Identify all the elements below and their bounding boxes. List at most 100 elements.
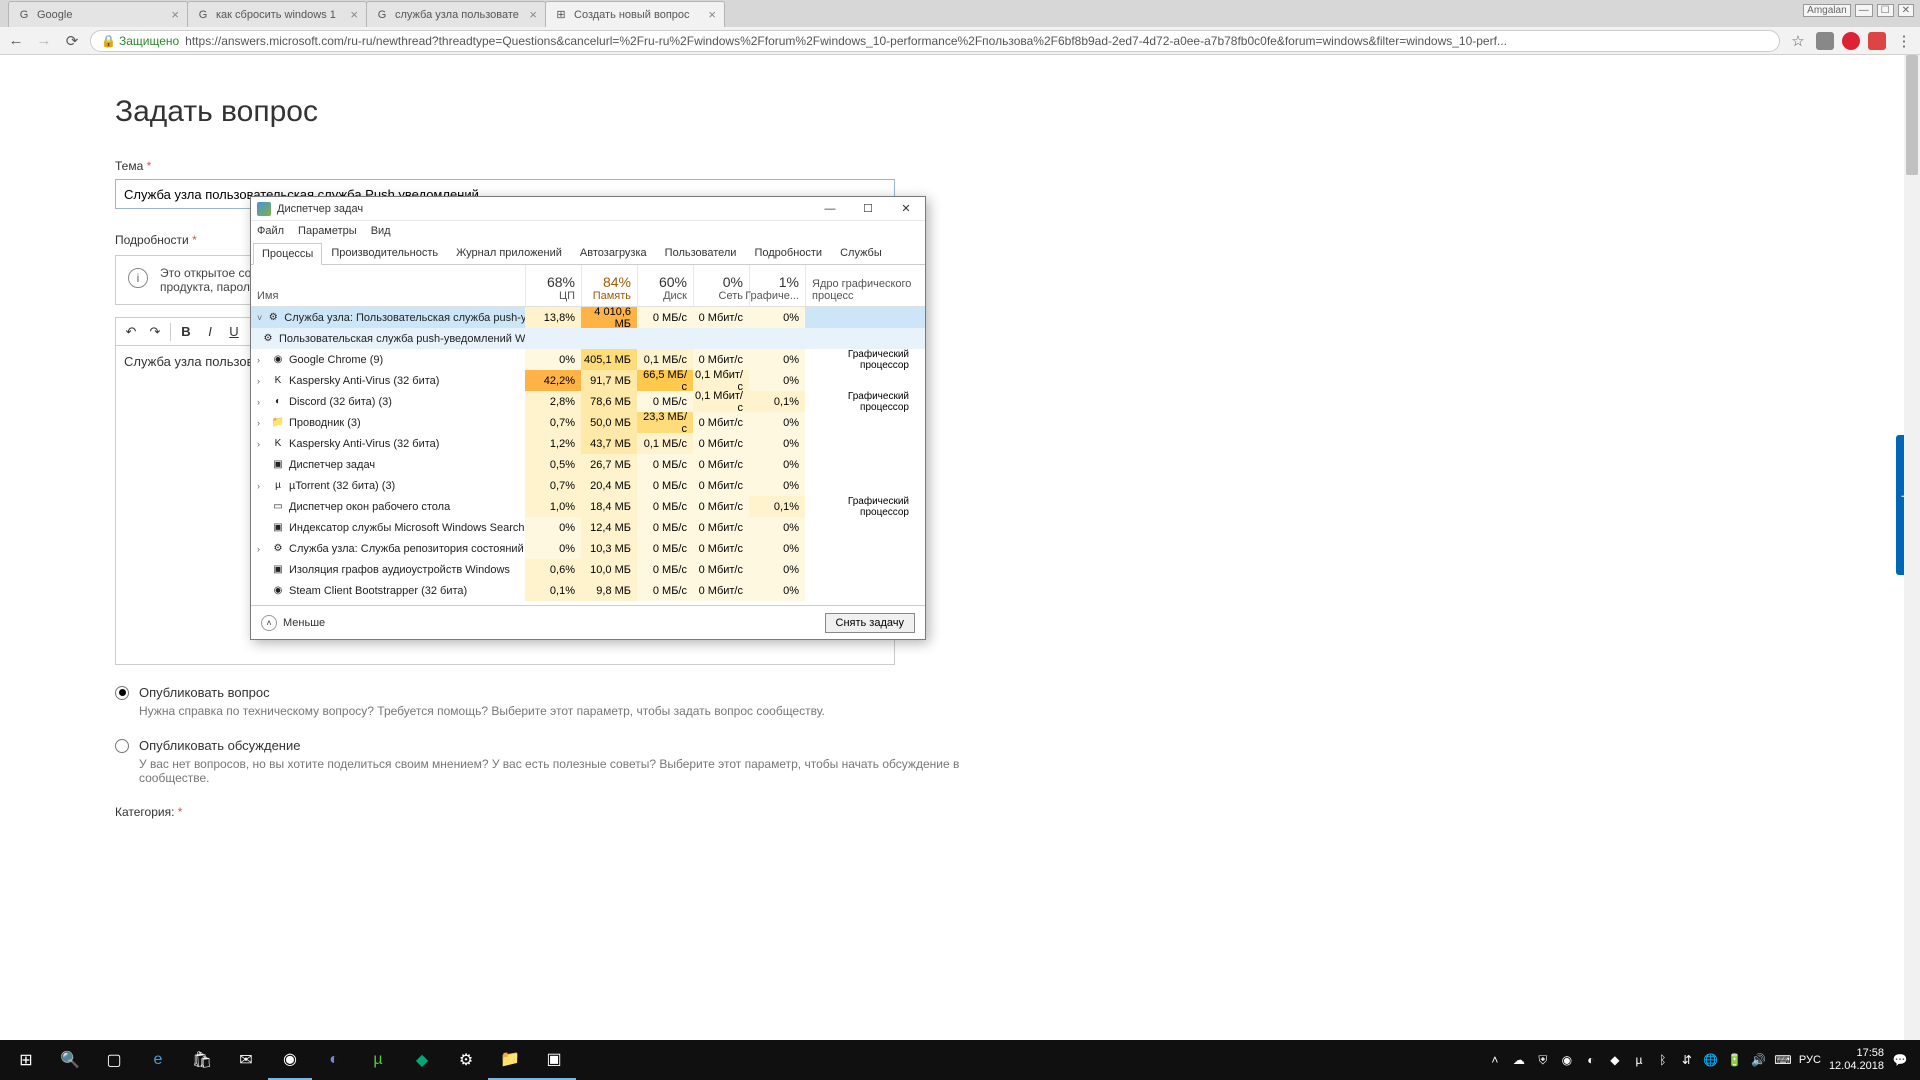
process-row[interactable]: ›KKaspersky Anti-Virus (32 бита)42,2%91,… [251, 370, 925, 391]
search-icon[interactable]: 🔍 [48, 1040, 92, 1080]
process-row[interactable]: ◉Steam Client Bootstrapper (32 бита)0,1%… [251, 580, 925, 601]
tm-tab[interactable]: Подробности [745, 242, 831, 264]
utorrent-icon[interactable]: µ [356, 1040, 400, 1080]
expand-icon[interactable]: › [257, 355, 267, 365]
chrome-icon[interactable]: ◉ [268, 1040, 312, 1080]
expand-icon[interactable]: ˅ [257, 313, 262, 323]
process-row[interactable]: ›KKaspersky Anti-Virus (32 бита)1,2%43,7… [251, 433, 925, 454]
tm-menu-item[interactable]: Файл [257, 225, 284, 237]
tm-rows[interactable]: ˅⚙Служба узла: Пользовательская служба p… [251, 307, 925, 605]
menu-icon[interactable]: ⋮ [1894, 31, 1914, 51]
window-close[interactable]: ✕ [1898, 4, 1914, 17]
extension-icon-2[interactable] [1868, 32, 1886, 50]
browser-tab[interactable]: ⊞Создать новый вопрос× [545, 1, 725, 27]
process-row[interactable]: ▣Индексатор службы Microsoft Windows Sea… [251, 517, 925, 538]
address-bar[interactable]: 🔒 Защищено https://answers.microsoft.com… [90, 30, 1780, 52]
tm-menu-item[interactable]: Параметры [298, 225, 357, 237]
star-icon[interactable]: ☆ [1788, 31, 1808, 51]
back-button[interactable]: ← [6, 31, 26, 51]
tm-tab[interactable]: Пользователи [656, 242, 746, 264]
col-cpu-header[interactable]: 68%ЦП [525, 265, 581, 306]
col-disk-header[interactable]: 60%Диск [637, 265, 693, 306]
tm-menu-item[interactable]: Вид [371, 225, 391, 237]
process-row[interactable]: ▣Диспетчер задач0,5%26,7 МБ0 МБ/с0 Мбит/… [251, 454, 925, 475]
mail-icon[interactable]: ✉ [224, 1040, 268, 1080]
expand-icon[interactable]: › [257, 376, 267, 386]
tray-bluetooth-icon[interactable]: ᛒ [1655, 1052, 1671, 1068]
radio-discussion[interactable] [115, 739, 129, 753]
radio-question[interactable] [115, 686, 129, 700]
close-tab-icon[interactable]: × [529, 7, 537, 22]
tm-tab[interactable]: Производительность [322, 242, 447, 264]
action-center-icon[interactable]: 💬 [1892, 1052, 1908, 1068]
tray-up-icon[interactable]: ˄ [1487, 1052, 1503, 1068]
col-network-header[interactable]: 0%Сеть [693, 265, 749, 306]
reload-button[interactable]: ⟳ [62, 31, 82, 51]
col-name-header[interactable]: Имя [251, 265, 525, 306]
bold-button[interactable]: B [175, 321, 197, 343]
tray-steam-icon[interactable]: ◉ [1559, 1052, 1575, 1068]
tm-titlebar[interactable]: Диспетчер задач — ☐ ✕ [251, 197, 925, 221]
end-task-button[interactable]: Снять задачу [825, 613, 916, 633]
tm-minimize[interactable]: — [811, 197, 849, 221]
radio-question-row[interactable]: Опубликовать вопрос [115, 685, 1015, 700]
expand-icon[interactable]: › [257, 544, 267, 554]
fewer-details-button[interactable]: ˄Меньше [261, 615, 325, 631]
tm-maximize[interactable]: ☐ [849, 197, 887, 221]
clock[interactable]: 17:58 12.04.2018 [1829, 1047, 1884, 1073]
browser-tab[interactable]: GGoogle× [8, 1, 188, 27]
process-row[interactable]: ˅⚙Служба узла: Пользовательская служба p… [251, 307, 925, 328]
process-row[interactable]: ›◉Google Chrome (9)0%405,1 МБ0,1 МБ/с0 М… [251, 349, 925, 370]
tray-kaspersky-icon[interactable]: ◆ [1607, 1052, 1623, 1068]
tray-battery-icon[interactable]: 🔋 [1727, 1052, 1743, 1068]
redo-button[interactable]: ↷ [144, 321, 166, 343]
tray-defender-icon[interactable]: ⛨ [1535, 1052, 1551, 1068]
process-row[interactable]: ▭Диспетчер окон рабочего стола1,0%18,4 М… [251, 496, 925, 517]
tray-network-icon[interactable]: 🌐 [1703, 1052, 1719, 1068]
process-row[interactable]: ›📁Проводник (3)0,7%50,0 МБ23,3 МБ/с0 Мби… [251, 412, 925, 433]
process-row[interactable]: ›⚙Служба узла: Служба репозитория состоя… [251, 538, 925, 559]
tm-tab[interactable]: Службы [831, 242, 891, 264]
window-maximize[interactable]: ☐ [1877, 4, 1894, 17]
col-gpu-header[interactable]: 1%Графиче... [749, 265, 805, 306]
settings-icon[interactable]: ⚙ [444, 1040, 488, 1080]
window-minimize[interactable]: — [1855, 4, 1873, 17]
close-tab-icon[interactable]: × [350, 7, 358, 22]
start-button[interactable]: ⊞ [4, 1040, 48, 1080]
col-gpu-engine-header[interactable]: Ядро графического процесс [805, 265, 923, 306]
adblock-icon[interactable] [1842, 32, 1860, 50]
page-scrollbar[interactable] [1904, 55, 1920, 1040]
tm-tab[interactable]: Журнал приложений [447, 242, 571, 264]
undo-button[interactable]: ↶ [120, 321, 142, 343]
task-view-icon[interactable]: ▢ [92, 1040, 136, 1080]
tray-volume-icon[interactable]: 🔊 [1751, 1052, 1767, 1068]
forward-button[interactable]: → [34, 31, 54, 51]
tm-close[interactable]: ✕ [887, 197, 925, 221]
browser-tab[interactable]: Gкак сбросить windows 1× [187, 1, 367, 27]
process-row[interactable]: ⚙Пользовательская служба push-уведомлени… [251, 328, 925, 349]
process-row[interactable]: ▣Изоляция графов аудиоустройств Windows0… [251, 559, 925, 580]
radio-discussion-row[interactable]: Опубликовать обсуждение [115, 738, 1015, 753]
tm-tab[interactable]: Автозагрузка [571, 242, 656, 264]
close-tab-icon[interactable]: × [171, 7, 179, 22]
browser-tab[interactable]: Gслужба узла пользовате× [366, 1, 546, 27]
extension-icon[interactable] [1816, 32, 1834, 50]
edge-icon[interactable]: e [136, 1040, 180, 1080]
discord-icon[interactable]: ◐ [312, 1040, 356, 1080]
expand-icon[interactable]: › [257, 418, 267, 428]
process-row[interactable]: ›µµTorrent (32 бита) (3)0,7%20,4 МБ0 МБ/… [251, 475, 925, 496]
process-row[interactable]: ›◐Discord (32 бита) (3)2,8%78,6 МБ0 МБ/с… [251, 391, 925, 412]
col-memory-header[interactable]: 84%Память [581, 265, 637, 306]
tm-tab[interactable]: Процессы [253, 243, 322, 265]
underline-button[interactable]: U [223, 321, 245, 343]
expand-icon[interactable]: › [257, 481, 267, 491]
store-icon[interactable]: 🛍 [180, 1040, 224, 1080]
tray-keyboard-icon[interactable]: ⌨ [1775, 1052, 1791, 1068]
expand-icon[interactable]: › [257, 397, 267, 407]
taskmgr-icon[interactable]: ▣ [532, 1040, 576, 1080]
tray-language[interactable]: РУС [1799, 1054, 1821, 1066]
kaspersky-icon[interactable]: ◆ [400, 1040, 444, 1080]
explorer-icon[interactable]: 📁 [488, 1040, 532, 1080]
tray-utorrent-icon[interactable]: µ [1631, 1052, 1647, 1068]
italic-button[interactable]: I [199, 321, 221, 343]
